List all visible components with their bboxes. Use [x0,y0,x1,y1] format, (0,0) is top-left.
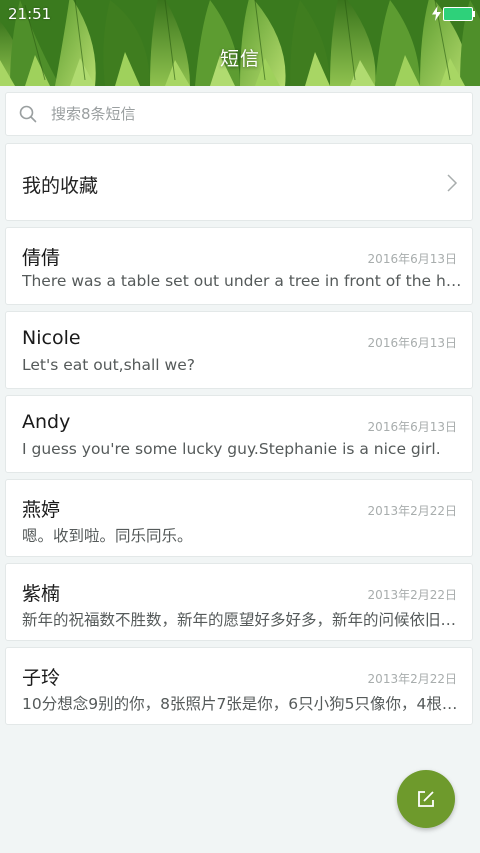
message-preview: 10分想念9别的你，8张照片7张是你，6只小狗5只像你，4根… [22,695,458,713]
lightning-bolt-icon [432,6,441,21]
chevron-right-icon [447,174,458,192]
compose-icon [418,791,434,807]
header: 21:51 短信 [0,0,480,86]
message-date: 2013年2月22日 [367,672,457,686]
conversation-item[interactable]: 倩倩 2016年6月13日 There was a table set out … [5,227,473,305]
search-input[interactable] [51,93,451,135]
status-bar: 21:51 [0,0,480,28]
contact-name: 子玲 [22,667,61,689]
conversation-item[interactable]: Nicole 2016年6月13日 Let's eat out,shall we… [5,311,473,389]
compose-button[interactable] [397,770,455,828]
contact-name: Nicole [22,327,81,349]
contact-name: 倩倩 [22,247,61,269]
contact-name: Andy [22,411,71,433]
message-preview: 新年的祝福数不胜数，新年的愿望好多好多，新年的问候依旧… [22,611,457,629]
contact-name: 燕婷 [22,499,61,521]
message-preview: 嗯。收到啦。同乐同乐。 [22,527,193,545]
page-title: 短信 [219,48,260,70]
status-time: 21:51 [8,5,52,23]
search-bar[interactable] [5,92,473,136]
search-icon [19,105,37,123]
conversation-item[interactable]: Andy 2016年6月13日 I guess you're some luck… [5,395,473,473]
conversation-item[interactable]: 紫楠 2013年2月22日 新年的祝福数不胜数，新年的愿望好多好多，新年的问候依… [5,563,473,641]
battery-icon [443,7,475,21]
message-preview: I guess you're some lucky guy.Stephanie … [22,440,441,458]
conversation-item[interactable]: 子玲 2013年2月22日 10分想念9别的你，8张照片7张是你，6只小狗5只像… [5,647,473,725]
conversation-list: 倩倩 2016年6月13日 There was a table set out … [5,227,473,731]
message-date: 2013年2月22日 [367,588,457,602]
message-preview: There was a table set out under a tree i… [22,272,462,290]
favorites-entry[interactable]: 我的收藏 [5,143,473,221]
message-preview: Let's eat out,shall we? [22,356,195,374]
message-date: 2016年6月13日 [367,252,457,266]
favorites-label: 我的收藏 [22,175,99,197]
contact-name: 紫楠 [22,583,61,605]
conversation-item[interactable]: 燕婷 2013年2月22日 嗯。收到啦。同乐同乐。 [5,479,473,557]
message-date: 2016年6月13日 [367,420,457,434]
message-date: 2016年6月13日 [367,336,457,350]
message-date: 2013年2月22日 [367,504,457,518]
